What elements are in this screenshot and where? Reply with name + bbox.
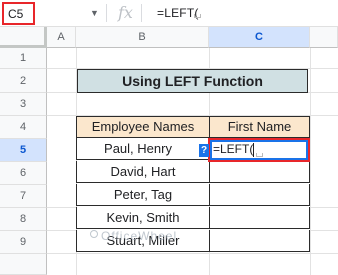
table-cell-employee[interactable]: Paul, Henry (76, 138, 210, 160)
space-marker-icon (256, 153, 263, 157)
formula-help-icon[interactable]: ? (199, 144, 209, 157)
row-header-4[interactable]: 4 (0, 116, 47, 139)
column-header-c[interactable]: C (209, 27, 310, 48)
watermark: OfficeWheel (101, 229, 178, 243)
row-header-6[interactable]: 6 (0, 162, 47, 185)
column-header-d[interactable] (310, 27, 338, 48)
space-marker-icon (194, 14, 201, 18)
table-cell-first-name[interactable] (209, 184, 310, 206)
active-cell-text[interactable]: =LEFT( (213, 142, 253, 156)
row-header-10[interactable] (0, 254, 47, 275)
fx-icon: fx (118, 3, 133, 22)
row-header-8[interactable]: 8 (0, 208, 47, 231)
column-header-b[interactable]: B (76, 27, 209, 48)
gridline (47, 253, 338, 254)
row-header-9[interactable]: 9 (0, 231, 47, 254)
table-cell-employee[interactable]: Kevin, Smith (76, 207, 210, 229)
table-header-first-name[interactable]: First Name (209, 116, 310, 138)
formula-bar-divider (106, 4, 107, 22)
sheet-title[interactable]: Using LEFT Function (77, 69, 308, 93)
watermark-logo-icon (90, 230, 98, 238)
formula-bar-divider (141, 4, 142, 22)
row-header-2[interactable]: 2 (0, 69, 47, 93)
table-cell-employee[interactable]: Peter, Tag (76, 184, 210, 206)
gridline (310, 48, 311, 275)
table-cell-first-name[interactable] (209, 230, 310, 252)
name-box[interactable]: C5 (2, 2, 35, 25)
text-cursor (253, 143, 254, 157)
name-box-dropdown-icon[interactable]: ▼ (90, 8, 99, 18)
table-cell-first-name[interactable] (209, 207, 310, 229)
row-header-5[interactable]: 5 (0, 139, 47, 162)
table-header-employee-names[interactable]: Employee Names (76, 116, 210, 138)
formula-input[interactable]: =LEFT( (157, 6, 199, 20)
row-header-3[interactable]: 3 (0, 93, 47, 116)
row-header-7[interactable]: 7 (0, 185, 47, 208)
table-cell-employee[interactable]: David, Hart (76, 161, 210, 183)
column-header-a[interactable]: A (47, 27, 76, 48)
row-header-1[interactable]: 1 (0, 48, 47, 69)
table-cell-first-name[interactable] (209, 161, 310, 183)
select-all-corner[interactable] (0, 27, 47, 48)
